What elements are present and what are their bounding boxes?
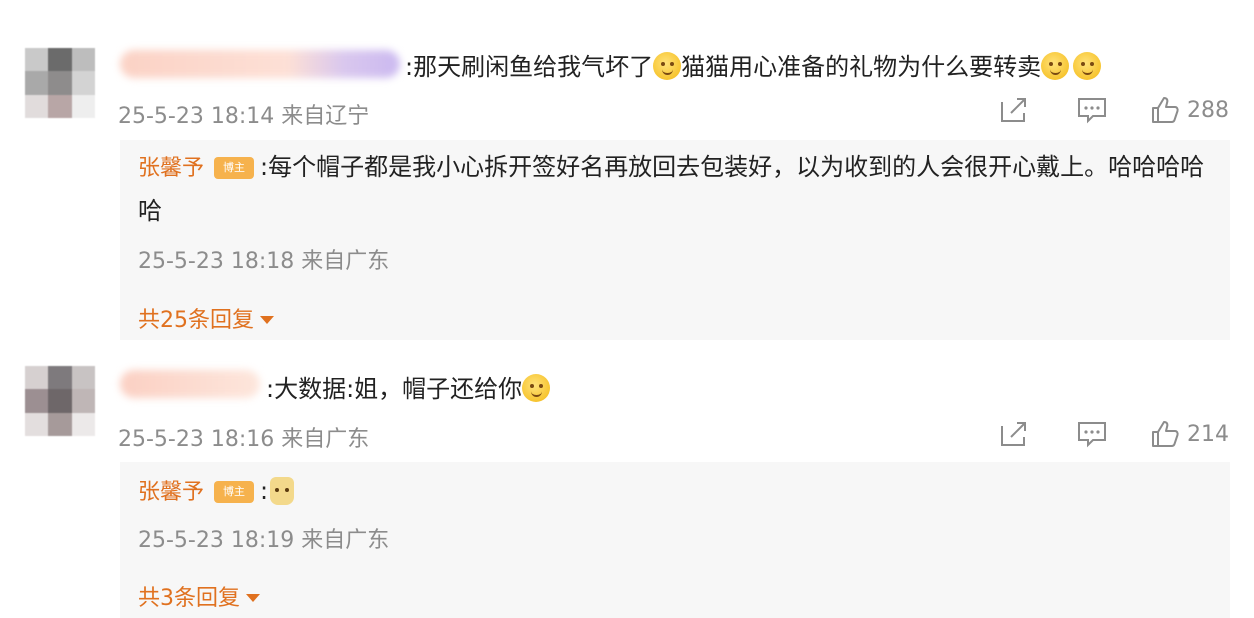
comment-text: :大数据:姐，帽子还给你 <box>266 372 551 406</box>
like-count: 288 <box>1187 97 1229 123</box>
comment-button[interactable] <box>1077 96 1107 124</box>
comment-actions: 214 <box>959 420 1229 448</box>
caret-down-icon <box>260 315 274 324</box>
reply-content: : <box>260 477 269 505</box>
reply-content: :每个帽子都是我小心拆开签好名再放回去包装好，以为收到的人会很开心戴上。哈哈哈哈… <box>138 153 1205 225</box>
more-replies-link[interactable]: 共3条回复 <box>138 580 260 612</box>
caret-down-icon <box>246 593 260 602</box>
more-replies-label: 共25条回复 <box>138 308 254 333</box>
reply-box: 张馨予 博主:每个帽子都是我小心拆开签好名再放回去包装好，以为收到的人会很开心戴上… <box>120 140 1230 340</box>
reply-box: 张馨予 博主: 25-5-23 18:19 来自广东 共3条回复 <box>120 462 1230 618</box>
more-replies-label: 共3条回复 <box>138 586 240 611</box>
username-blurred[interactable] <box>120 370 260 398</box>
smile-emoji-icon <box>1041 52 1070 80</box>
share-button[interactable] <box>999 420 1029 448</box>
share-button[interactable] <box>999 96 1029 124</box>
smile-emoji-icon <box>653 52 682 80</box>
thumbs-up-icon <box>1152 97 1179 123</box>
thumbs-up-icon <box>1152 421 1179 447</box>
blogger-badge: 博主 <box>214 481 255 503</box>
reply-meta: 25-5-23 18:18 来自广东 <box>138 249 390 274</box>
reply-author[interactable]: 张馨予 <box>138 156 204 181</box>
comment-icon <box>1078 98 1106 124</box>
reply-text: 张馨予 博主:每个帽子都是我小心拆开签好名再放回去包装好，以为收到的人会很开心戴上… <box>138 146 1228 232</box>
blogger-badge: 博主 <box>214 157 255 179</box>
comment-text-part: :那天刷闲鱼给我气坏了 <box>405 53 654 81</box>
comment-text: :那天刷闲鱼给我气坏了 猫猫用心准备的礼物为什么要转卖 <box>405 50 1102 84</box>
like-count: 214 <box>1187 421 1229 447</box>
reply-meta: 25-5-23 18:19 来自广东 <box>138 528 390 553</box>
comment-button[interactable] <box>1077 420 1107 448</box>
reply-author[interactable]: 张馨予 <box>138 480 204 505</box>
like-button[interactable]: 214 <box>1151 420 1229 448</box>
more-replies-link[interactable]: 共25条回复 <box>138 302 274 334</box>
cat-sticker-icon <box>270 477 295 505</box>
smile-emoji-icon <box>1073 52 1102 80</box>
like-button[interactable]: 288 <box>1151 96 1229 124</box>
smile-emoji-icon <box>522 374 551 402</box>
comment-actions: 288 <box>959 96 1229 124</box>
share-icon <box>1001 422 1026 446</box>
reply-text: 张馨予 博主: <box>138 470 1228 514</box>
comment-text-part: 猫猫用心准备的礼物为什么要转卖 <box>681 53 1042 81</box>
share-icon <box>1001 98 1026 122</box>
avatar[interactable] <box>25 48 95 118</box>
avatar[interactable] <box>25 366 95 436</box>
username-blurred[interactable] <box>120 50 400 78</box>
comment-meta: 25-5-23 18:14 来自辽宁 <box>118 104 370 129</box>
comment-icon <box>1078 422 1106 448</box>
comment-text-part: :大数据:姐，帽子还给你 <box>266 375 523 403</box>
comment-meta: 25-5-23 18:16 来自广东 <box>118 427 370 452</box>
